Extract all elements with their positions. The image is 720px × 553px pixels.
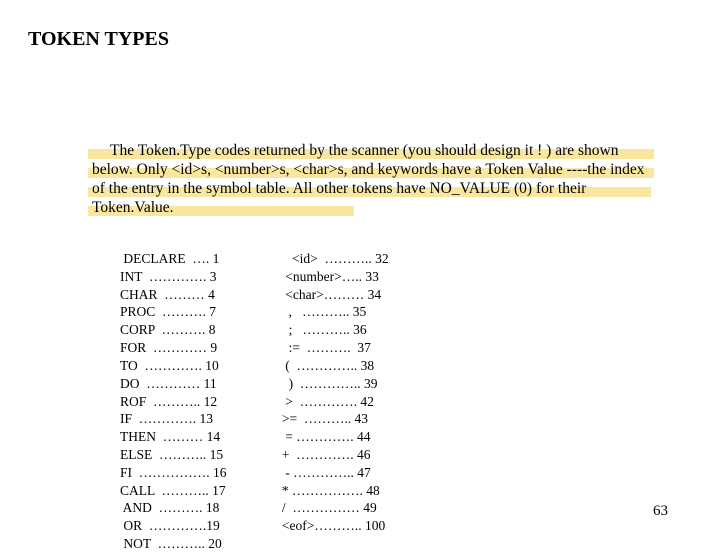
page-title: TOKEN TYPES [28, 28, 169, 51]
token-column-2: <id> ……….. 32 <number>….. 33 <char>……… 3… [279, 250, 389, 553]
intro-paragraph: The Token.Type codes returned by the sca… [92, 142, 652, 218]
token-column-1: DECLARE …. 1 INT …………. 3 CHAR ……… 4 PROC… [120, 250, 227, 553]
page-number: 63 [653, 503, 668, 520]
intro-text: The Token.Type codes returned by the sca… [92, 142, 645, 216]
token-columns: DECLARE …. 1 INT …………. 3 CHAR ……… 4 PROC… [120, 250, 389, 553]
